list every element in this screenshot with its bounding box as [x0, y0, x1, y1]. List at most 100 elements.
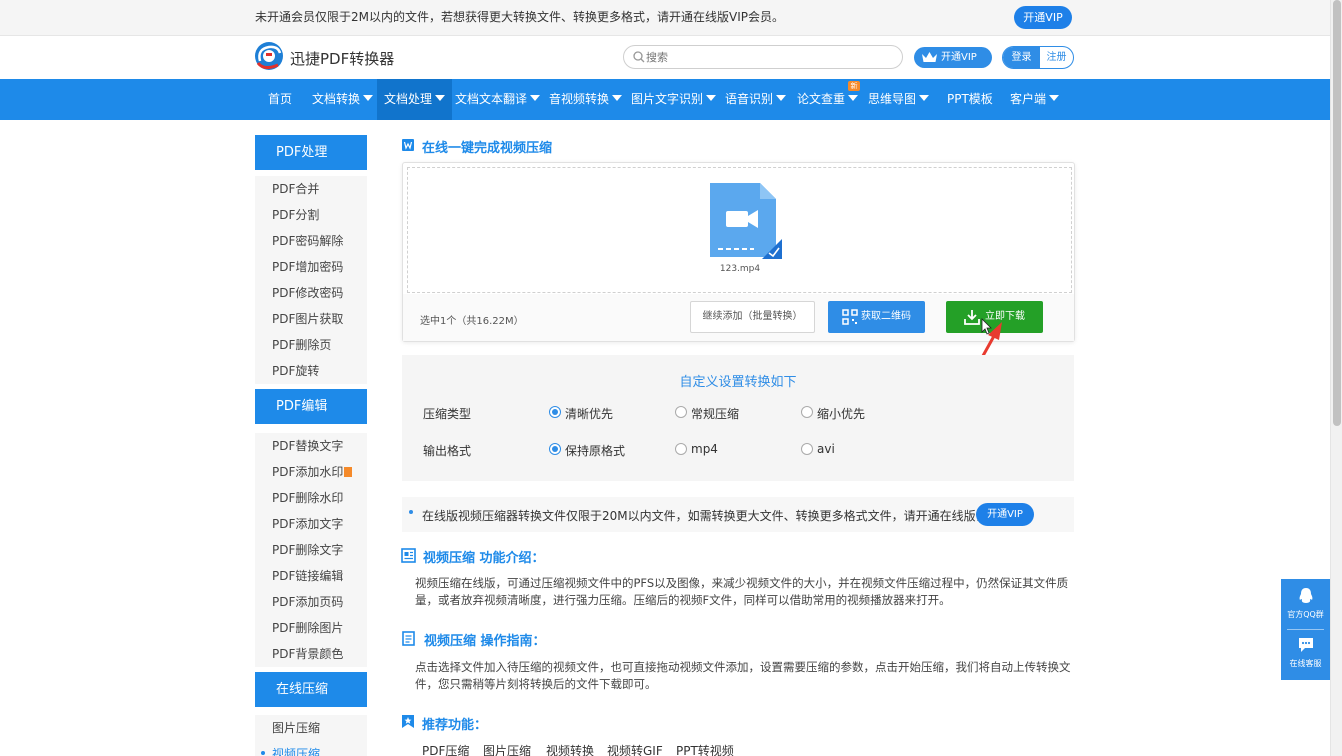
active-dot-icon	[261, 751, 265, 755]
recommend-link-image-compress[interactable]: 图片压缩	[483, 742, 531, 756]
sidebar-item-video-compress[interactable]: 视频压缩	[255, 741, 367, 756]
sidebar-item[interactable]: PDF背景颜色	[255, 641, 367, 667]
sidebar-item[interactable]: PDF修改密码	[255, 280, 367, 306]
radio-mp4[interactable]: mp4	[675, 442, 718, 456]
nav-item-doc-process[interactable]: 文档处理	[377, 79, 453, 120]
chevron-down-icon	[706, 95, 717, 101]
recommend-link-video-convert[interactable]: 视频转换	[546, 742, 594, 756]
sidebar-item[interactable]: PDF替换文字	[255, 433, 367, 459]
sidebar-item[interactable]: 图片压缩	[255, 715, 367, 741]
drop-zone[interactable]: 123.mp4	[407, 167, 1072, 293]
recommend-link-pdf-compress[interactable]: PDF压缩	[422, 742, 469, 756]
sidebar-item[interactable]: PDF删除页	[255, 332, 367, 358]
vip-tip-text: 在线版视频压缩器转换文件仅限于20M以内文件，如需转换更大文件、转换更多格式文件…	[422, 509, 1012, 523]
recommend-link-video-gif[interactable]: 视频转GIF	[607, 742, 663, 756]
crown-icon	[922, 52, 937, 62]
chat-icon	[1298, 638, 1313, 652]
page-title: 在线一键完成视频压缩	[422, 141, 553, 156]
sidebar-item[interactable]: PDF旋转	[255, 358, 367, 384]
recommend-link-ppt-video[interactable]: PPT转视频	[676, 742, 734, 756]
search-box[interactable]	[623, 45, 903, 69]
search-input[interactable]	[646, 48, 886, 66]
sidebar-item[interactable]: PDF添加文字	[255, 511, 367, 537]
settings-title: 自定义设置转换如下	[679, 375, 797, 390]
chevron-down-icon	[776, 95, 787, 101]
chevron-down-icon	[848, 95, 859, 101]
sidebar-item[interactable]: PDF删除图片	[255, 615, 367, 641]
notice-text: 未开通会员仅限于2M以内的文件，若想获得更大转换文件、转换更多格式，请开通在线版…	[255, 10, 784, 24]
sidebar-list-online-compress: 图片压缩 视频压缩	[255, 715, 367, 756]
floating-service-panel: 官方QQ群 在线客服	[1281, 579, 1330, 680]
header-vip-button[interactable]: 开通VIP	[914, 47, 992, 68]
sidebar-list-pdf-edit: PDF替换文字 PDF添加水印 PDF删除水印 PDF添加文字 PDF删除文字 …	[255, 433, 367, 667]
login-button[interactable]: 登录	[1003, 47, 1040, 68]
chevron-down-icon	[1049, 95, 1060, 101]
page-scrollbar[interactable]	[1330, 0, 1342, 756]
nav-item-ocr[interactable]: 图片文字识别	[631, 79, 717, 120]
sidebar-item-watermark[interactable]: PDF添加水印	[255, 459, 367, 485]
add-more-button[interactable]: 继续添加（批量转换）	[690, 301, 815, 333]
sidebar-item[interactable]: PDF图片获取	[255, 306, 367, 332]
chevron-down-icon	[612, 95, 623, 101]
register-button[interactable]: 注册	[1040, 47, 1073, 68]
main-nav: 首页 文档转换 文档处理 文档文本翻译 音视频转换 图片文字识别 语音识别 论文…	[0, 79, 1330, 120]
word-doc-icon	[402, 139, 414, 151]
tip-vip-button[interactable]: 开通VIP	[976, 503, 1034, 526]
sidebar-item[interactable]: PDF合并	[255, 176, 367, 202]
auth-buttons: 登录 注册	[1002, 46, 1074, 69]
radio-size-first[interactable]: 缩小优先	[801, 405, 865, 422]
sidebar-head-online-compress: 在线压缩	[255, 672, 367, 707]
chevron-down-icon	[435, 95, 446, 101]
sidebar-head-pdf-process: PDF处理	[255, 135, 367, 170]
selected-info: 选中1个（共16.22M）	[420, 316, 524, 327]
intro-title: 视频压缩 功能介绍：	[423, 551, 545, 566]
nav-item-speech[interactable]: 语音识别	[725, 79, 787, 120]
nav-item-av-convert[interactable]: 音视频转换	[549, 79, 623, 120]
intro-icon	[401, 548, 416, 563]
online-service-button[interactable]: 在线客服	[1281, 636, 1330, 669]
sidebar-item[interactable]: PDF删除文字	[255, 537, 367, 563]
get-qrcode-button[interactable]: 获取二维码	[828, 301, 925, 333]
nav-item-home[interactable]: 首页	[268, 79, 292, 120]
header-vip-label: 开通VIP	[941, 52, 977, 63]
sidebar-list-pdf-process: PDF合并 PDF分割 PDF密码解除 PDF增加密码 PDF修改密码 PDF图…	[255, 176, 367, 384]
settings-panel: 自定义设置转换如下 压缩类型 清晰优先 常规压缩 缩小优先 输出格式 保持原格式…	[402, 355, 1074, 481]
compress-type-label: 压缩类型	[423, 407, 472, 421]
notice-vip-button[interactable]: 开通VIP	[1014, 6, 1072, 29]
hot-icon	[344, 467, 353, 477]
guide-icon	[402, 631, 415, 646]
recommend-title: 推荐功能：	[422, 718, 488, 733]
chevron-down-icon	[919, 95, 930, 101]
sidebar-item[interactable]: PDF密码解除	[255, 228, 367, 254]
sidebar-item[interactable]: PDF分割	[255, 202, 367, 228]
radio-normal-compress[interactable]: 常规压缩	[675, 405, 739, 422]
vip-tip: 在线版视频压缩器转换文件仅限于20M以内文件，如需转换更大文件、转换更多格式文件…	[402, 497, 1074, 532]
sidebar-item[interactable]: PDF添加页码	[255, 589, 367, 615]
nav-item-doc-convert[interactable]: 文档转换	[312, 79, 374, 120]
sidebar-item[interactable]: PDF删除水印	[255, 485, 367, 511]
sidebar-item[interactable]: PDF增加密码	[255, 254, 367, 280]
nav-item-doc-translate[interactable]: 文档文本翻译	[455, 79, 541, 120]
search-icon	[633, 51, 645, 63]
video-file-icon[interactable]	[710, 183, 782, 261]
radio-keep-format[interactable]: 保持原格式	[549, 442, 625, 459]
qr-button-label: 获取二维码	[861, 311, 911, 322]
output-format-label: 输出格式	[423, 444, 472, 458]
notice-bar: 未开通会员仅限于2M以内的文件，若想获得更大转换文件、转换更多格式，请开通在线版…	[0, 0, 1330, 36]
guide-title: 视频压缩 操作指南：	[424, 634, 546, 649]
scrollbar-thumb[interactable]	[1333, 0, 1341, 426]
radio-clarity-first[interactable]: 清晰优先	[549, 405, 613, 422]
chevron-down-icon	[363, 95, 374, 101]
logo-text[interactable]: 迅捷PDF转换器	[290, 48, 394, 69]
logo-icon[interactable]	[254, 41, 284, 71]
nav-item-client[interactable]: 客户端	[1010, 79, 1060, 120]
qq-group-button[interactable]: 官方QQ群	[1281, 587, 1330, 620]
divider	[1287, 629, 1324, 630]
file-name: 123.mp4	[719, 264, 761, 274]
radio-avi[interactable]: avi	[801, 442, 835, 456]
sidebar-item[interactable]: PDF链接编辑	[255, 563, 367, 589]
header: 迅捷PDF转换器 开通VIP 登录 注册	[0, 37, 1330, 79]
nav-item-ppt[interactable]: PPT模板	[947, 79, 993, 120]
bookmark-star-icon	[402, 715, 414, 728]
nav-item-mindmap[interactable]: 思维导图	[868, 79, 930, 120]
